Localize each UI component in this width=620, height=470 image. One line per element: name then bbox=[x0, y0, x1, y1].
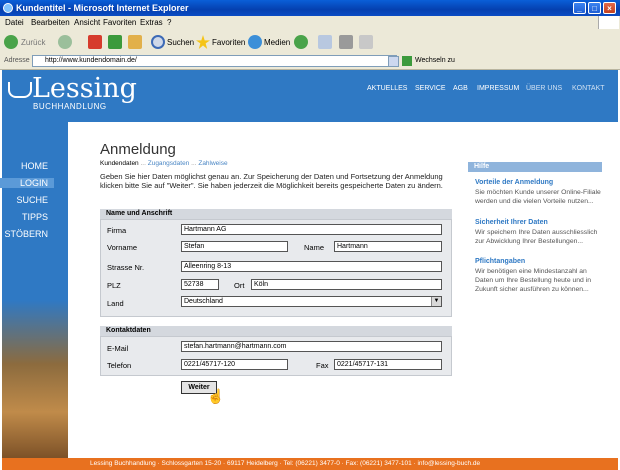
menu-help[interactable]: ? bbox=[167, 18, 171, 27]
page-title: Anmeldung bbox=[100, 141, 176, 158]
favorites-label[interactable]: Favoriten bbox=[212, 38, 245, 47]
window-titlebar: Kundentitel - Microsoft Internet Explore… bbox=[0, 0, 620, 16]
topnav-aktuelles[interactable]: AKTUELLES bbox=[367, 85, 407, 92]
site-logo[interactable]: Lessing bbox=[32, 73, 137, 104]
address-dropdown-icon[interactable] bbox=[388, 56, 399, 67]
telefon-input[interactable]: 0221/45717-120 bbox=[181, 359, 288, 370]
topnav-ueber-uns[interactable]: ÜBER UNS bbox=[526, 85, 562, 92]
section-contact-header: Kontaktdaten bbox=[100, 326, 452, 336]
fax-input[interactable]: 0221/45717-131 bbox=[334, 359, 442, 370]
sidenav-login-label: LOGIN bbox=[19, 178, 48, 188]
windows-logo-icon bbox=[598, 16, 619, 29]
help-item-title[interactable]: Vorteile der Anmeldung bbox=[475, 179, 553, 186]
plz-label: PLZ bbox=[107, 281, 121, 290]
intro-text: Geben Sie hier Daten möglichst genau an.… bbox=[100, 172, 443, 190]
breadcrumb-zugangsdaten[interactable]: Zugangsdaten bbox=[148, 160, 190, 167]
help-item-text: Sie möchten Kunde unserer Online-Filiale… bbox=[475, 189, 601, 205]
menu-extras[interactable]: Extras bbox=[140, 18, 163, 27]
site-logo-sub: BUCHHANDLUNG bbox=[33, 102, 107, 111]
close-button[interactable]: × bbox=[603, 2, 616, 14]
ort-input[interactable]: Köln bbox=[251, 279, 442, 290]
favorites-star-icon[interactable] bbox=[196, 35, 210, 49]
menu-datei[interactable]: Datei bbox=[5, 18, 24, 27]
menu-ansicht[interactable]: Ansicht bbox=[74, 18, 100, 27]
history-icon[interactable] bbox=[294, 35, 308, 49]
menu-bar: Datei Bearbeiten Ansicht Favoriten Extra… bbox=[0, 16, 620, 31]
plz-input[interactable]: 52738 bbox=[181, 279, 219, 290]
strasse-label: Strasse Nr. bbox=[107, 263, 145, 272]
books-illustration bbox=[2, 300, 68, 460]
help-item-text: Wir benötigen eine Mindestanzahl an Date… bbox=[475, 268, 592, 293]
breadcrumb: Kundendaten ... Zugangsdaten ... Zahlwei… bbox=[100, 160, 228, 167]
print-icon[interactable] bbox=[339, 35, 353, 49]
topnav-impressum[interactable]: IMPRESSUM bbox=[477, 85, 519, 92]
address-label: Adresse bbox=[4, 57, 30, 64]
media-label[interactable]: Medien bbox=[264, 38, 290, 47]
stop-icon[interactable] bbox=[88, 35, 102, 49]
back-label[interactable]: Zurück bbox=[21, 38, 45, 47]
site-header: Lessing BUCHHANDLUNG AKTUELLES SERVICE A… bbox=[2, 70, 618, 122]
back-icon[interactable] bbox=[4, 35, 18, 49]
sidenav-login[interactable]: LOGIN bbox=[0, 178, 54, 188]
menu-favoriten[interactable]: Favoriten bbox=[103, 18, 136, 27]
ie-icon bbox=[3, 3, 13, 13]
email-label: E-Mail bbox=[107, 344, 129, 353]
left-sidebar bbox=[2, 122, 68, 460]
sidenav-tipps[interactable]: TIPPS bbox=[0, 212, 48, 222]
topnav-agb[interactable]: AGB bbox=[453, 85, 468, 92]
forward-icon[interactable] bbox=[58, 35, 72, 49]
name-label: Name bbox=[304, 243, 325, 252]
help-header: Hilfe bbox=[468, 162, 602, 172]
go-label[interactable]: Wechseln zu bbox=[415, 57, 455, 64]
land-label: Land bbox=[107, 299, 124, 308]
toolbar: Zurück Suchen Favoriten Medien bbox=[0, 30, 620, 55]
email-input[interactable]: stefan.hartmann@hartmann.com bbox=[181, 341, 442, 352]
window-title: Kundentitel - Microsoft Internet Explore… bbox=[16, 3, 189, 13]
ort-label: Ort bbox=[234, 281, 245, 290]
help-item-title[interactable]: Sicherheit Ihrer Daten bbox=[475, 219, 548, 226]
vorname-input[interactable]: Stefan bbox=[181, 241, 288, 252]
breadcrumb-kundendaten: Kundendaten bbox=[100, 160, 139, 167]
chevron-down-icon[interactable]: ▼ bbox=[431, 297, 441, 306]
address-input[interactable]: http://www.kundendomain.de/ bbox=[32, 55, 397, 67]
home-icon[interactable] bbox=[128, 35, 142, 49]
telefon-label: Telefon bbox=[107, 361, 132, 370]
mail-icon[interactable] bbox=[318, 35, 332, 49]
name-input[interactable]: Hartmann bbox=[334, 241, 442, 252]
land-select-value: Deutschland bbox=[184, 298, 223, 305]
land-select[interactable]: Deutschland ▼ bbox=[181, 296, 442, 307]
breadcrumb-zahlweise[interactable]: Zahlweise bbox=[198, 160, 227, 167]
section-name-address-header: Name und Anschrift bbox=[100, 209, 452, 219]
address-bar: Adresse http://www.kundendomain.de/ Wech… bbox=[0, 54, 620, 70]
sidenav-stoebern[interactable]: STÖBERN bbox=[0, 229, 48, 239]
footer-text: Lessing Buchhandlung · Schlossgarten 15-… bbox=[90, 460, 481, 467]
firma-input[interactable]: Hartmann AG bbox=[181, 224, 442, 235]
refresh-icon[interactable] bbox=[108, 35, 122, 49]
site-footer: Lessing Buchhandlung · Schlossgarten 15-… bbox=[2, 458, 618, 470]
strasse-input[interactable]: Alleenring 8-13 bbox=[181, 261, 442, 272]
media-icon[interactable] bbox=[248, 35, 262, 49]
fax-label: Fax bbox=[316, 361, 329, 370]
menu-bearbeiten[interactable]: Bearbeiten bbox=[31, 18, 70, 27]
topnav-kontakt[interactable]: KONTAKT bbox=[572, 85, 605, 92]
topnav-service[interactable]: SERVICE bbox=[415, 85, 446, 92]
firma-label: Firma bbox=[107, 226, 127, 235]
help-item-title[interactable]: Pflichtangaben bbox=[475, 258, 525, 265]
sidenav-suche[interactable]: SUCHE bbox=[0, 195, 48, 205]
go-icon[interactable] bbox=[402, 56, 412, 66]
help-item-text: Wir speichern Ihre Daten ausschliesslich… bbox=[475, 229, 598, 245]
minimize-button[interactable]: _ bbox=[573, 2, 586, 14]
vorname-label: Vorname bbox=[107, 243, 138, 252]
hand-cursor-icon: ☝ bbox=[207, 388, 225, 404]
maximize-button[interactable]: □ bbox=[588, 2, 601, 14]
book-logo-icon bbox=[8, 82, 32, 98]
search-icon[interactable] bbox=[151, 35, 165, 49]
edit-icon[interactable] bbox=[359, 35, 373, 49]
search-label[interactable]: Suchen bbox=[167, 38, 194, 47]
sidenav-home[interactable]: HOME bbox=[0, 161, 48, 171]
